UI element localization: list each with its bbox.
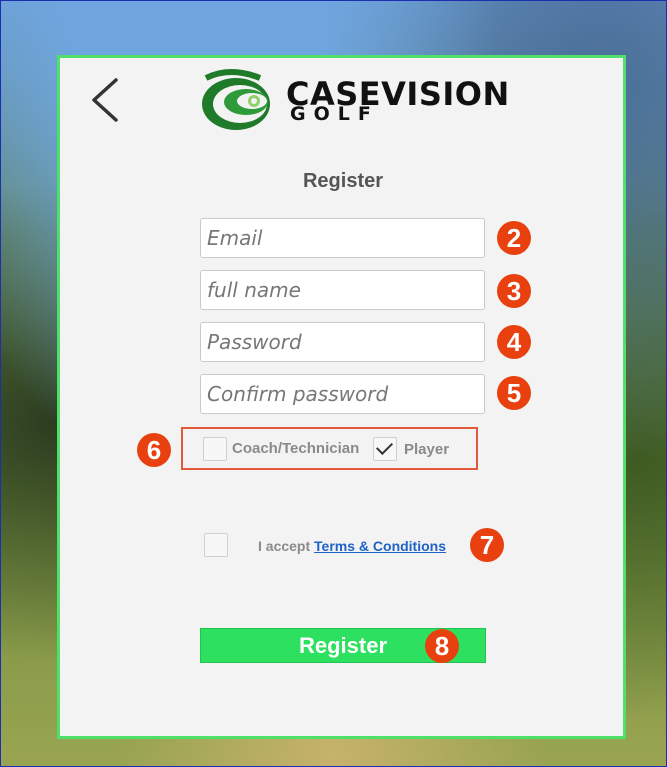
full-name-field[interactable] (200, 270, 485, 310)
coach-checkbox[interactable] (203, 437, 227, 461)
page-title: Register (302, 170, 384, 192)
terms-checkbox[interactable] (204, 533, 228, 557)
step-badge-8: 8 (425, 629, 459, 663)
terms-prefix: I accept (258, 538, 311, 554)
back-button[interactable] (86, 75, 126, 125)
step-badge-6: 6 (137, 433, 171, 467)
step-badge-3: 3 (497, 274, 531, 308)
chevron-left-icon (92, 78, 118, 122)
terms-link[interactable]: Terms & Conditions (314, 538, 446, 554)
terms-text: I accept Terms & Conditions (258, 536, 446, 556)
coach-label: Coach/Technician (232, 440, 360, 457)
logo-subtitle: GOLF (290, 103, 379, 125)
register-button-label: Register (298, 633, 388, 658)
golf-ball-logo-icon (202, 69, 270, 130)
confirm-password-field[interactable] (200, 374, 485, 414)
step-badge-7: 7 (470, 528, 504, 562)
email-field[interactable] (200, 218, 485, 258)
step-badge-4: 4 (497, 325, 531, 359)
player-label: Player (404, 441, 450, 458)
player-checkbox[interactable] (373, 437, 397, 461)
step-badge-2: 2 (497, 221, 531, 255)
checkmark-icon (376, 438, 393, 455)
password-field[interactable] (200, 322, 485, 362)
step-badge-5: 5 (497, 376, 531, 410)
